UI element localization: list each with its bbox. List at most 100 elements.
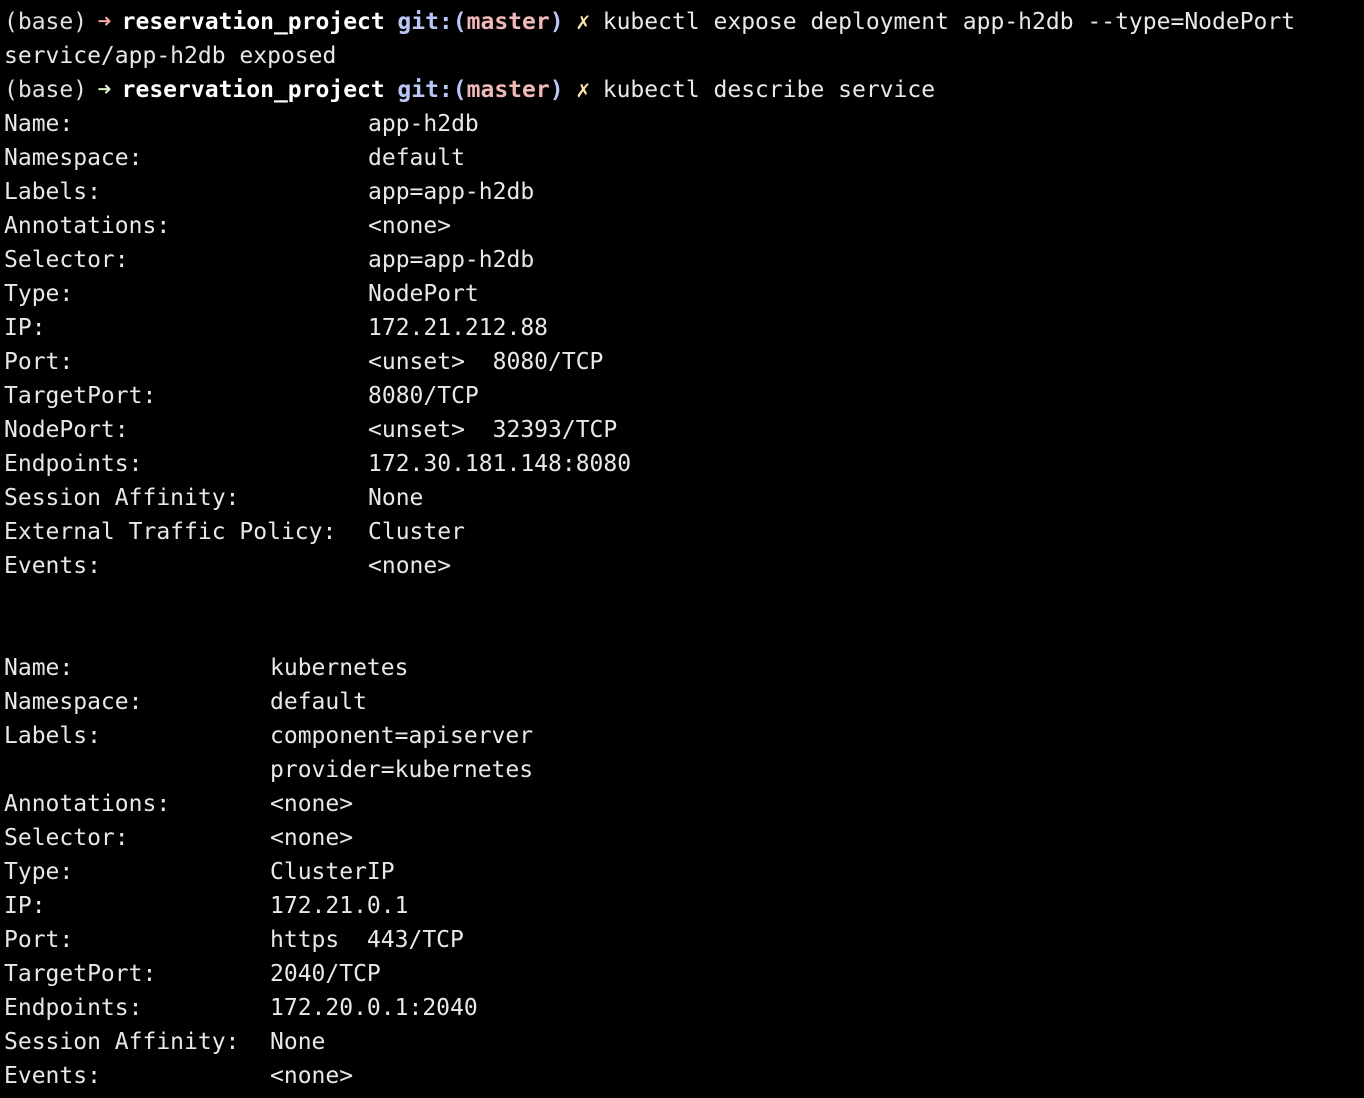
field-key: Endpoints:	[4, 451, 143, 477]
field-value: None	[270, 1029, 326, 1055]
field-value: <none>	[270, 1063, 354, 1089]
conda-env: (base)	[4, 77, 88, 103]
field-key: Annotations:	[4, 791, 171, 817]
command-output: service/app-h2db exposed	[4, 43, 337, 69]
field-key: Annotations:	[4, 213, 171, 239]
git-suffix: )	[549, 77, 564, 103]
dirty-mark-icon: ✗	[576, 77, 591, 103]
service-field: Labels: component=apiserver	[4, 719, 1364, 753]
field-key: Labels:	[4, 723, 101, 749]
service-field: TargetPort: 2040/TCP	[4, 957, 1364, 991]
service-field: IP: 172.21.212.88	[4, 311, 1364, 345]
service-field: Events: <none>	[4, 549, 1364, 583]
service-field: Port: <unset> 8080/TCP	[4, 345, 1364, 379]
service-field: Name: kubernetes	[4, 651, 1364, 685]
field-key: Name:	[4, 655, 74, 681]
field-key: Namespace:	[4, 689, 143, 715]
field-key: Session Affinity:	[4, 485, 240, 511]
field-key: Namespace:	[4, 145, 143, 171]
field-key: NodePort:	[4, 417, 129, 443]
field-value: default	[270, 689, 367, 715]
service-field: Session Affinity: None	[4, 481, 1364, 515]
field-value: Cluster	[368, 519, 465, 545]
git-prefix: git:(	[397, 77, 467, 103]
field-key: Events:	[4, 553, 101, 579]
git-branch: master	[466, 9, 550, 35]
prompt-arrow-icon: ➜	[97, 77, 112, 103]
field-key: Endpoints:	[4, 995, 143, 1021]
field-value: 2040/TCP	[270, 961, 381, 987]
command-text: kubectl expose deployment app-h2db --typ…	[602, 9, 1296, 35]
field-key: Type:	[4, 281, 74, 307]
service-field: Endpoints: 172.30.181.148:8080	[4, 447, 1364, 481]
field-value: 172.21.212.88	[368, 315, 549, 341]
service-field: Annotations: <none>	[4, 209, 1364, 243]
service-field: IP: 172.21.0.1	[4, 889, 1364, 923]
field-value: 172.21.0.1	[270, 893, 409, 919]
terminal-window[interactable]: (base) ➜ reservation_project git:( maste…	[4, 5, 1364, 1093]
field-value: <none>	[270, 791, 354, 817]
git-branch: master	[466, 77, 550, 103]
service-description-app-h2db: Name: app-h2db Namespace: default Labels: a…	[4, 107, 1364, 583]
field-key: Session Affinity:	[4, 1029, 240, 1055]
service-field: Type: NodePort	[4, 277, 1364, 311]
field-value: <none>	[270, 825, 354, 851]
field-value: <none>	[368, 213, 452, 239]
field-value: provider=kubernetes	[270, 757, 534, 783]
service-field: Name: app-h2db	[4, 107, 1364, 141]
field-value: None	[368, 485, 424, 511]
service-field: Namespace: default	[4, 685, 1364, 719]
field-value: 172.30.181.148:8080	[368, 451, 632, 477]
service-description-kubernetes: Name: kubernetes Namespace: default Labels…	[4, 651, 1364, 1093]
service-field: TargetPort: 8080/TCP	[4, 379, 1364, 413]
service-field: Endpoints: 172.20.0.1:2040	[4, 991, 1364, 1025]
current-directory: reservation_project	[121, 9, 385, 35]
dirty-mark-icon: ✗	[576, 9, 591, 35]
field-value: 172.20.0.1:2040	[270, 995, 478, 1021]
field-key: Labels:	[4, 179, 101, 205]
prompt-line: (base) ➜ reservation_project git:( maste…	[4, 5, 1364, 39]
service-field: NodePort: <unset> 32393/TCP	[4, 413, 1364, 447]
current-directory: reservation_project	[121, 77, 385, 103]
field-value: NodePort	[368, 281, 479, 307]
field-value: <none>	[368, 553, 452, 579]
service-field: Events: <none>	[4, 1059, 1364, 1093]
conda-env: (base)	[4, 9, 88, 35]
field-value: <unset> 8080/TCP	[368, 349, 604, 375]
field-key: TargetPort:	[4, 383, 157, 409]
field-key: Type:	[4, 859, 74, 885]
field-value: ClusterIP	[270, 859, 395, 885]
prompt-arrow-icon: ➜	[97, 9, 112, 35]
git-prefix: git:(	[397, 9, 467, 35]
command-text: kubectl describe service	[602, 77, 936, 103]
prompt-line: (base) ➜ reservation_project git:( maste…	[4, 73, 1364, 107]
field-key: Name:	[4, 111, 74, 137]
service-field: Selector: app=app-h2db	[4, 243, 1364, 277]
field-value: 8080/TCP	[368, 383, 479, 409]
service-field: Type: ClusterIP	[4, 855, 1364, 889]
field-key: External Traffic Policy:	[4, 519, 337, 545]
field-value: kubernetes	[270, 655, 409, 681]
field-value: app=app-h2db	[368, 247, 535, 273]
service-field: Namespace: default	[4, 141, 1364, 175]
service-field: Port: https 443/TCP	[4, 923, 1364, 957]
field-value: <unset> 32393/TCP	[368, 417, 618, 443]
field-key: Port:	[4, 349, 74, 375]
service-field: External Traffic Policy: Cluster	[4, 515, 1364, 549]
service-field: Annotations: <none>	[4, 787, 1364, 821]
field-key: IP:	[4, 315, 46, 341]
field-key: Port:	[4, 927, 74, 953]
git-suffix: )	[549, 9, 564, 35]
field-key: Events:	[4, 1063, 101, 1089]
service-field: provider=kubernetes	[4, 753, 1364, 787]
field-value: https 443/TCP	[270, 927, 464, 953]
field-key: Selector:	[4, 825, 129, 851]
service-field: Session Affinity: None	[4, 1025, 1364, 1059]
field-key: TargetPort:	[4, 961, 157, 987]
service-field: Labels: app=app-h2db	[4, 175, 1364, 209]
field-value: app=app-h2db	[368, 179, 535, 205]
field-value: component=apiserver	[270, 723, 534, 749]
service-field: Selector: <none>	[4, 821, 1364, 855]
